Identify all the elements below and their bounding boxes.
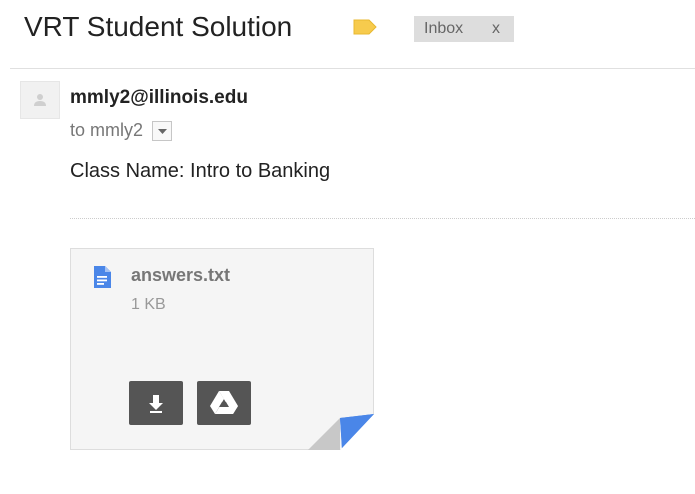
text-document-icon [92, 265, 112, 289]
chevron-down-icon [158, 128, 168, 134]
inbox-label-chip[interactable]: Inbox x [414, 16, 514, 42]
attachment-card[interactable]: answers.txt 1 KB [70, 248, 374, 450]
inbox-label-text: Inbox [424, 20, 464, 37]
google-drive-icon [210, 391, 238, 414]
remove-label-button[interactable]: x [492, 20, 500, 38]
email-subject: VRT Student Solution [24, 11, 293, 42]
download-icon [149, 395, 163, 413]
attachment-filename[interactable]: answers.txt [131, 265, 230, 286]
email-view: VRT Student Solution Inbox x mmly2@illin… [0, 0, 695, 494]
page-curl-corner [308, 414, 374, 450]
sender-avatar [20, 81, 60, 119]
recipient-row: to mmly2 [70, 120, 173, 141]
recipient-text: to mmly2 [70, 120, 144, 140]
download-button[interactable] [129, 381, 183, 425]
save-to-drive-button[interactable] [197, 381, 251, 425]
header-divider [10, 68, 695, 69]
email-body: Class Name: Intro to Banking [70, 160, 331, 182]
subject-row: VRT Student Solution [24, 10, 292, 44]
important-label-icon[interactable] [353, 18, 377, 36]
person-icon [34, 94, 46, 106]
attachment-divider [70, 218, 695, 219]
attachment-size: 1 KB [131, 296, 166, 313]
show-details-button[interactable] [152, 120, 173, 141]
sender-address[interactable]: mmly2@illinois.edu [70, 87, 248, 109]
